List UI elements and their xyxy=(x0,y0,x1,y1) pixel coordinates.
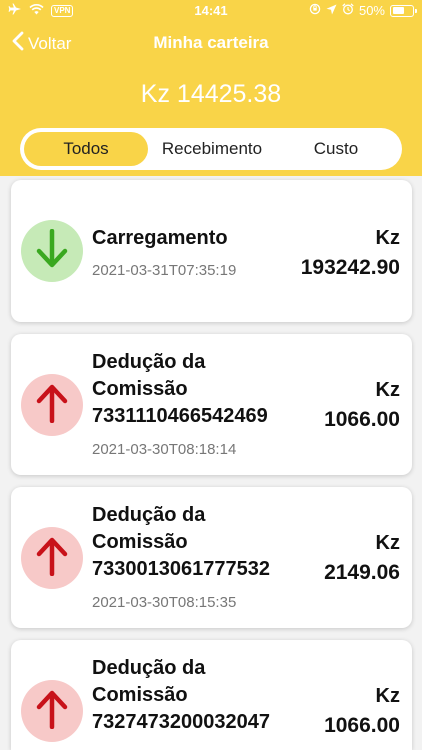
arrow-up-icon xyxy=(36,689,68,734)
orientation-lock-icon xyxy=(309,3,321,18)
battery-icon xyxy=(390,4,417,17)
transaction-title: Dedução da xyxy=(92,657,206,679)
income-indicator xyxy=(21,220,83,282)
transaction-date: 2021-03-30T08:18:14 xyxy=(92,441,237,458)
page-title: Minha carteira xyxy=(153,33,269,52)
tab-recebimento[interactable]: Recebimento xyxy=(150,132,274,166)
location-icon xyxy=(326,3,337,18)
wallet-balance: Kz 14425.38 xyxy=(140,80,282,108)
transaction-title: Dedução da xyxy=(92,351,206,373)
transaction-card[interactable]: Dedução da Comissão 7327473200032047 Kz … xyxy=(11,640,412,750)
tab-todos[interactable]: Todos xyxy=(24,132,148,166)
transaction-currency: Kz xyxy=(375,685,400,707)
filter-tabs: Todos Recebimento Custo xyxy=(20,128,402,170)
arrow-up-icon xyxy=(36,383,68,428)
alarm-icon xyxy=(342,3,354,18)
arrow-up-icon xyxy=(36,536,68,581)
status-right: 50% xyxy=(309,3,417,18)
status-bar: VPN 14:41 50% xyxy=(0,0,422,22)
arrow-down-icon xyxy=(36,228,68,274)
transaction-currency: Kz xyxy=(375,227,400,249)
transaction-reference: 7327473200032047 xyxy=(92,711,270,733)
transaction-title-line2: Comissão xyxy=(92,378,188,400)
expense-indicator xyxy=(21,680,83,742)
expense-indicator xyxy=(21,527,83,589)
transaction-currency: Kz xyxy=(375,379,400,401)
transaction-date: 2021-03-30T08:15:35 xyxy=(92,594,237,611)
transaction-date: 2021-03-31T07:35:19 xyxy=(92,262,237,279)
transaction-amount: 2149.06 xyxy=(324,561,400,584)
transaction-title-line2: Comissão xyxy=(92,531,188,553)
transaction-reference: 7330013061777532 xyxy=(92,558,270,580)
transaction-amount: 1066.00 xyxy=(324,714,400,737)
tab-custo[interactable]: Custo xyxy=(274,132,398,166)
transaction-currency: Kz xyxy=(375,532,400,554)
battery-percent: 50% xyxy=(358,3,385,18)
transaction-reference: 7331110466542469 xyxy=(92,405,268,427)
transaction-title: Dedução da xyxy=(92,504,206,526)
transaction-title: Carregamento xyxy=(92,227,228,249)
expense-indicator xyxy=(21,374,83,436)
transaction-card[interactable]: Carregamento 2021-03-31T07:35:19 Kz 1932… xyxy=(11,180,412,322)
transaction-card[interactable]: Dedução da Comissão 7331110466542469 202… xyxy=(11,334,412,475)
transaction-card[interactable]: Dedução da Comissão 7330013061777532 202… xyxy=(11,487,412,628)
transaction-amount: 1066.00 xyxy=(324,408,400,431)
navigation-bar: Voltar Minha carteira xyxy=(0,28,422,60)
transaction-amount: 193242.90 xyxy=(300,256,400,279)
transaction-title-line2: Comissão xyxy=(92,684,188,706)
